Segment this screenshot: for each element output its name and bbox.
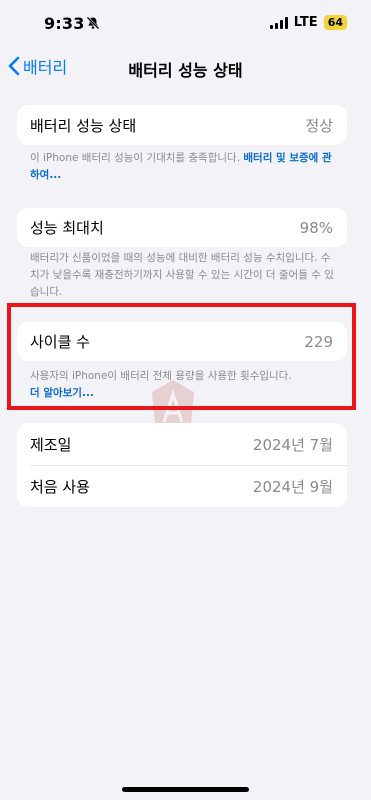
battery-level-badge: 64: [323, 15, 347, 30]
battery-health-row: 배터리 성능 상태 정상: [17, 106, 347, 145]
cycle-count-highlight: [7, 303, 356, 410]
status-indicators: LTE 64: [269, 15, 347, 30]
status-bar: 9:33 LTE 64: [0, 0, 371, 48]
max-capacity-row: 성능 최대치 98%: [17, 208, 347, 247]
manufacture-date-label: 제조일: [30, 435, 72, 454]
status-time: 9:33: [44, 14, 85, 33]
battery-health-label: 배터리 성능 상태: [30, 117, 137, 135]
battery-health-footnote-text: 이 iPhone 배터리 성능이 기대치를 충족합니다.: [30, 152, 244, 164]
first-use-value: 2024년 9월: [252, 477, 333, 496]
manufacture-date-value: 2024년 7월: [252, 435, 333, 454]
cellular-signal-icon: [269, 16, 288, 29]
battery-health-value: 정상: [305, 117, 333, 135]
max-capacity-label: 성능 최대치: [30, 219, 104, 237]
first-use-row: 처음 사용 2024년 9월: [17, 466, 347, 506]
network-type: LTE: [293, 15, 318, 30]
manufacture-date-row: 제조일 2024년 7월: [17, 424, 347, 464]
max-capacity-card: 성능 최대치 98%: [17, 208, 347, 247]
max-capacity-footnote: 배터리가 신품이었을 때의 성능에 대비한 배터리 성능 수치입니다. 수치가 …: [30, 252, 334, 298]
battery-dates-card: 제조일 2024년 7월 처음 사용 2024년 9월: [17, 423, 347, 507]
battery-health-card: 배터리 성능 상태 정상: [17, 105, 347, 145]
page-title: 배터리 성능 상태: [128, 61, 243, 80]
home-indicator[interactable]: [122, 787, 249, 792]
max-capacity-value: 98%: [299, 218, 333, 237]
bell-slash-icon: [86, 16, 100, 30]
battery-health-footnote: 이 iPhone 배터리 성능이 기대치를 충족합니다. 배터리 및 보증에 관…: [30, 150, 340, 184]
navigation-bar: 배터리 배터리 성능 상태: [0, 52, 371, 84]
first-use-label: 처음 사용: [30, 477, 90, 496]
